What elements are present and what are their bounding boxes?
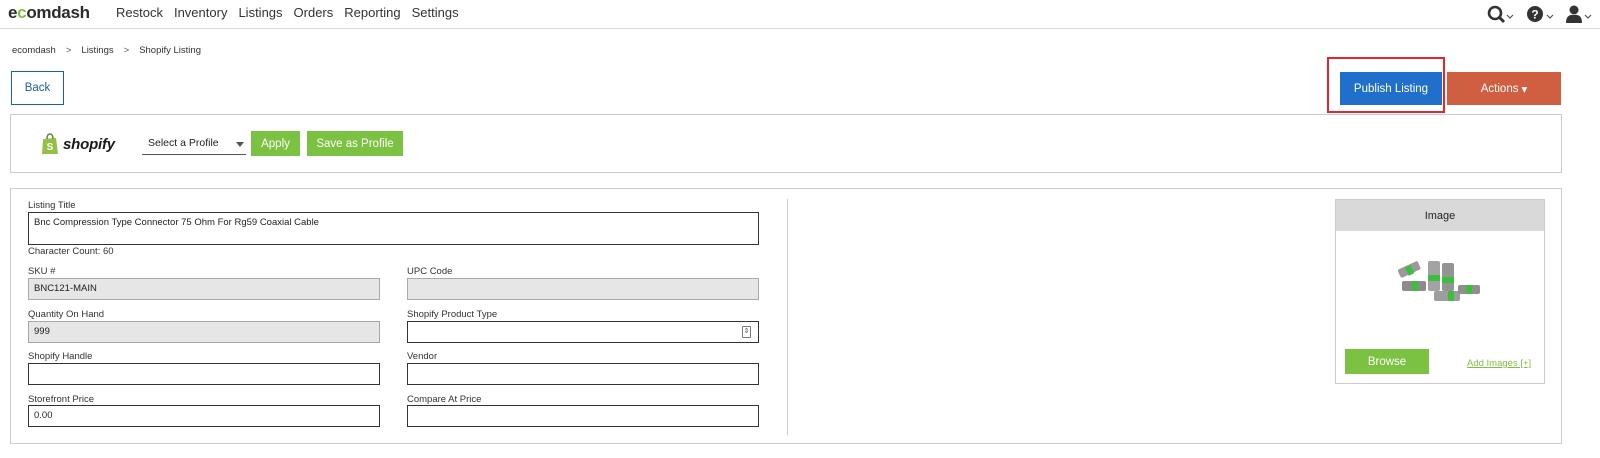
profile-select-value: Select a Profile	[148, 137, 219, 149]
image-panel-header: Image	[1336, 200, 1544, 231]
upc-label: UPC Code	[407, 266, 453, 277]
breadcrumb-separator: >	[65, 45, 72, 56]
listing-form-panel: Listing Title Bnc Compression Type Conne…	[10, 188, 1562, 444]
sku-label: SKU #	[28, 266, 56, 277]
image-panel: Image Browse Add Images [+]	[1335, 199, 1545, 384]
quantity-input[interactable]: 999	[28, 321, 380, 343]
breadcrumb-listings[interactable]: Listings	[81, 45, 113, 56]
actions-label: Actions	[1480, 82, 1519, 95]
profile-select[interactable]: Select a Profile	[142, 133, 246, 155]
sku-input[interactable]: BNC121-MAIN	[28, 278, 380, 300]
breadcrumb-current: Shopify Listing	[139, 45, 201, 56]
compare-price-input[interactable]	[407, 405, 759, 427]
price-label: Storefront Price	[28, 394, 94, 405]
user-icon[interactable]	[1560, 2, 1600, 26]
shopify-logo: S shopify	[41, 133, 115, 155]
ecomdash-logo[interactable]: ecomdash	[8, 3, 90, 23]
nav-orders[interactable]: Orders	[294, 5, 334, 21]
quantity-label: Quantity On Hand	[28, 309, 105, 320]
compare-price-label: Compare At Price	[407, 394, 482, 405]
nav-settings[interactable]: Settings	[412, 5, 459, 21]
shopify-wordmark: shopify	[63, 135, 115, 153]
product-type-label: Shopify Product Type	[407, 309, 498, 320]
main-nav: Restock Inventory Listings Orders Report…	[116, 5, 470, 21]
help-icon[interactable]: ?	[1520, 2, 1560, 26]
column-divider	[787, 199, 788, 435]
product-type-input[interactable]: ⇕	[407, 321, 759, 343]
handle-label: Shopify Handle	[28, 351, 93, 362]
svg-text:S: S	[47, 142, 54, 153]
nav-restock[interactable]: Restock	[116, 5, 163, 21]
save-as-profile-button[interactable]: Save as Profile	[307, 131, 403, 156]
top-navbar: ecomdash Restock Inventory Listings Orde…	[0, 0, 1600, 29]
handle-input[interactable]	[28, 363, 380, 385]
publish-listing-button[interactable]: Publish Listing	[1340, 72, 1442, 105]
caret-down-icon	[236, 142, 244, 147]
apply-button[interactable]: Apply	[251, 131, 300, 156]
shopify-bag-icon: S	[42, 133, 58, 154]
listing-title-label: Listing Title	[28, 200, 76, 211]
breadcrumb-separator: >	[123, 45, 130, 56]
breadcrumb: ecomdash > Listings > Shopify Listing	[12, 45, 201, 56]
back-button[interactable]: Back	[11, 71, 64, 105]
search-icon[interactable]	[1480, 2, 1520, 26]
nav-inventory[interactable]: Inventory	[174, 5, 227, 21]
caret-down-icon: ▾	[1521, 83, 1528, 96]
product-image[interactable]	[1394, 255, 1484, 315]
vendor-label: Vendor	[407, 351, 438, 362]
browse-button[interactable]: Browse	[1345, 349, 1429, 374]
listing-title-input[interactable]: Bnc Compression Type Connector 75 Ohm Fo…	[28, 212, 759, 245]
character-count: Character Count: 60	[28, 246, 114, 257]
breadcrumb-ecomdash[interactable]: ecomdash	[12, 45, 56, 56]
vendor-input[interactable]	[407, 363, 759, 385]
add-images-link[interactable]: Add Images [+]	[1467, 358, 1531, 369]
svg-text:?: ?	[1531, 8, 1538, 22]
shopify-profile-panel: S shopify Select a Profile Apply Save as…	[10, 114, 1562, 173]
list-picker-icon[interactable]: ⇕	[742, 326, 751, 338]
price-input[interactable]: 0.00	[28, 405, 380, 427]
nav-listings[interactable]: Listings	[238, 5, 282, 21]
nav-reporting[interactable]: Reporting	[344, 5, 400, 21]
upc-input[interactable]	[407, 278, 759, 300]
actions-button[interactable]: Actions ▾	[1447, 72, 1561, 105]
nav-icons: ?	[1480, 2, 1600, 26]
